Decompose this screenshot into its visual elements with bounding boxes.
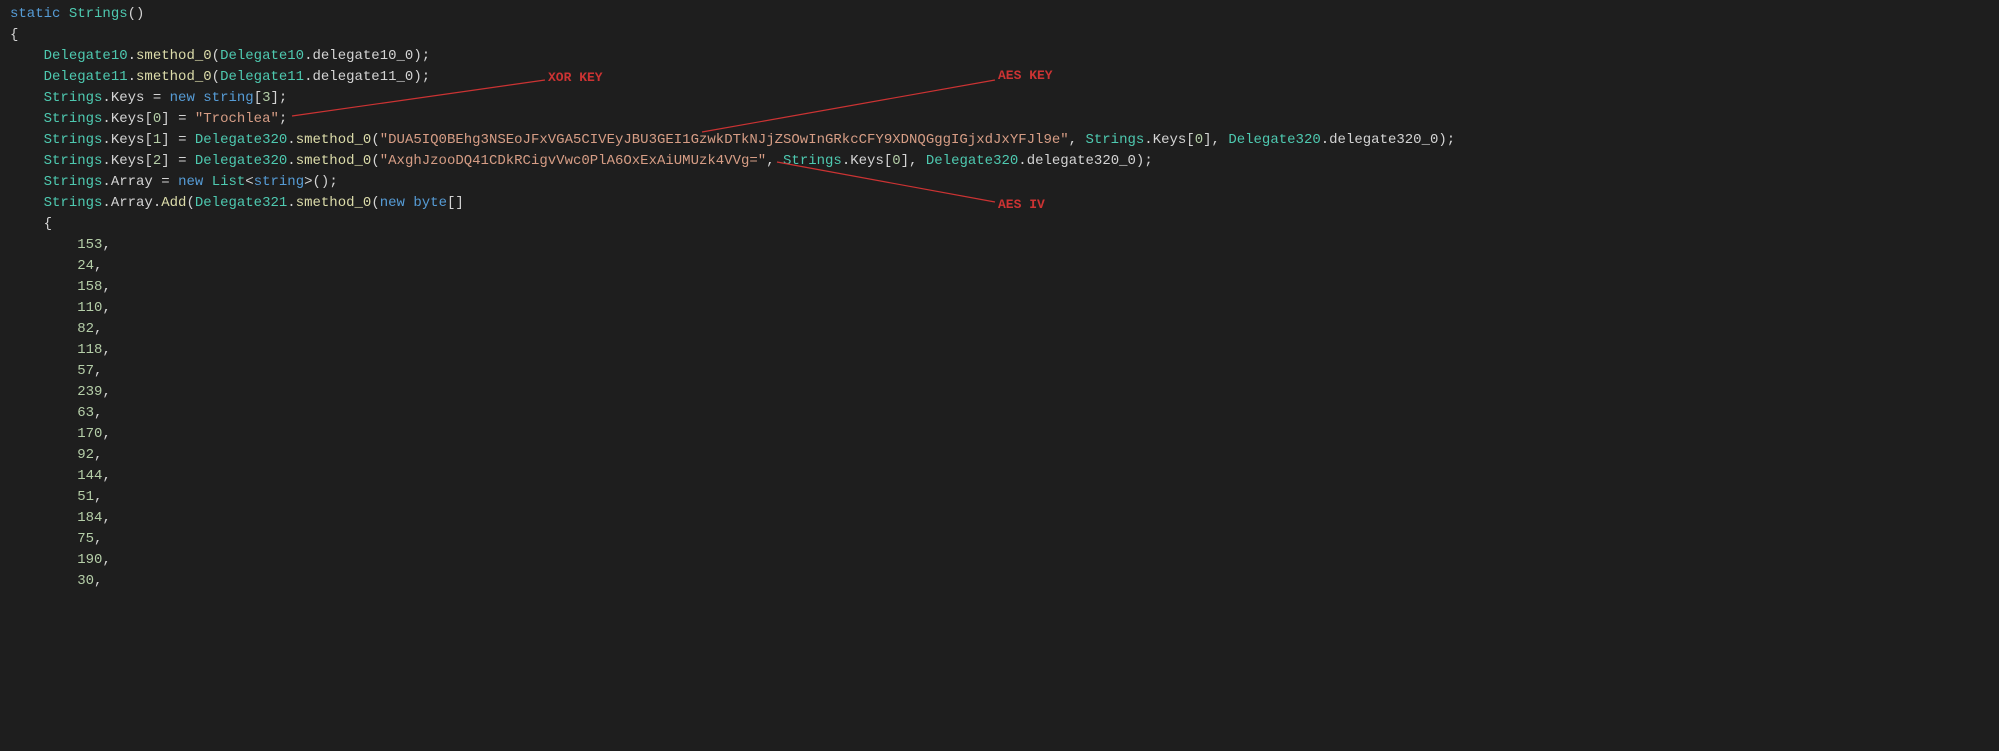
- code-line: static Strings(): [0, 4, 1999, 25]
- code-line: 239,: [0, 382, 1999, 403]
- code-line: 190,: [0, 550, 1999, 571]
- code-line: 153,: [0, 235, 1999, 256]
- code-line: Delegate10.smethod_0(Delegate10.delegate…: [0, 46, 1999, 67]
- code-line: 144,: [0, 466, 1999, 487]
- code-line: Delegate11.smethod_0(Delegate11.delegate…: [0, 67, 1999, 88]
- code-line: 82,: [0, 319, 1999, 340]
- code-line: 170,: [0, 424, 1999, 445]
- code-line: 63,: [0, 403, 1999, 424]
- code-line: Strings.Keys[2] = Delegate320.smethod_0(…: [0, 151, 1999, 172]
- code-line: 30,: [0, 571, 1999, 592]
- code-line: 51,: [0, 487, 1999, 508]
- code-line: Strings.Keys[1] = Delegate320.smethod_0(…: [0, 130, 1999, 151]
- code-line: Strings.Array = new List<string>();: [0, 172, 1999, 193]
- code-line: {: [0, 214, 1999, 235]
- code-line: {: [0, 25, 1999, 46]
- code-line: 24,: [0, 256, 1999, 277]
- code-line: Strings.Keys[0] = "Trochlea";: [0, 109, 1999, 130]
- code-line: 118,: [0, 340, 1999, 361]
- code-line: 92,: [0, 445, 1999, 466]
- code-line: 75,: [0, 529, 1999, 550]
- code-line: 57,: [0, 361, 1999, 382]
- code-line: Strings.Array.Add(Delegate321.smethod_0(…: [0, 193, 1999, 214]
- code-line: 158,: [0, 277, 1999, 298]
- code-line: 110,: [0, 298, 1999, 319]
- code-line: Strings.Keys = new string[3];: [0, 88, 1999, 109]
- code-line: 184,: [0, 508, 1999, 529]
